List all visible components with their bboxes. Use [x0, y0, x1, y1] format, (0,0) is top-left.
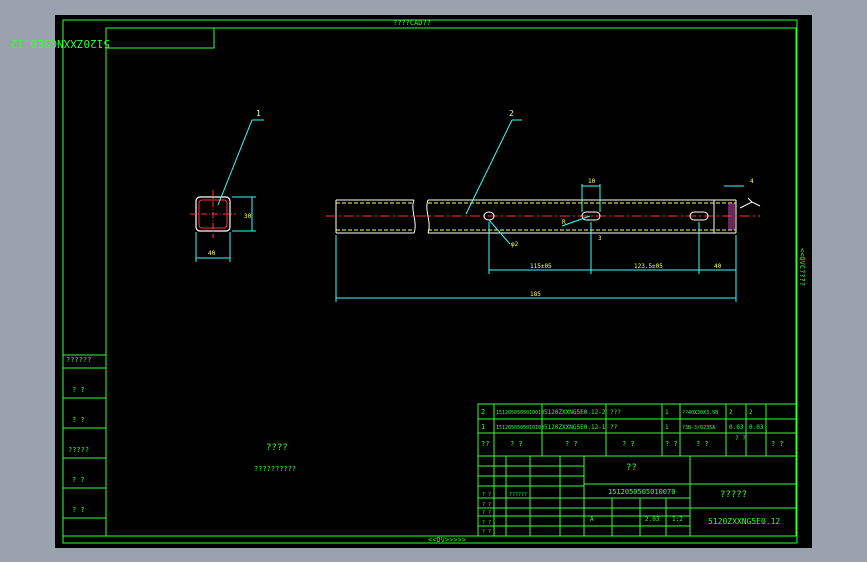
title-code: 1512050505010070	[608, 488, 675, 496]
bom-header: ? ?	[565, 440, 578, 448]
notes-title: ????	[266, 443, 288, 453]
bom-cell: 1512050505010100	[496, 425, 544, 431]
sidebar-cell: ? ?	[72, 506, 85, 514]
bom-cell: 2	[729, 409, 733, 416]
title-misc: ? ?	[482, 510, 491, 516]
dim-total: 185	[530, 291, 541, 298]
title-weight: 2.03	[645, 516, 660, 523]
sidebar-cell: ??????	[66, 356, 91, 364]
bom-cell: 2	[481, 408, 485, 416]
title-drawing-no: 5120ZXXNG5E0.12	[708, 517, 780, 526]
dim-seg2: 123.5±05	[634, 263, 663, 270]
bom-header: ? ?	[510, 440, 523, 448]
balloon-1: 1	[256, 109, 261, 118]
dim-seg1: 115±05	[530, 263, 552, 270]
balloon-2: 2	[509, 109, 514, 118]
bom-header: ? ?	[771, 440, 784, 448]
bom-cell: ??	[610, 424, 618, 431]
bom-header: ??	[481, 440, 489, 448]
dim-seg3: 40	[714, 263, 722, 270]
bom-cell: ???	[610, 409, 621, 416]
title-company: ?????	[720, 490, 747, 500]
drawing-number-stamp: 5120ZXXNG5E0.12	[11, 37, 110, 50]
title-scale: 1:2	[672, 516, 683, 523]
bom-header: ? ?	[735, 435, 746, 442]
sidebar-cell: ?????	[68, 446, 89, 454]
right-border-label: <<QVC????	[798, 248, 806, 286]
bom-cell: 1	[665, 424, 669, 431]
dim-vert-small: 3	[598, 235, 602, 242]
bom-cell: 2	[749, 409, 753, 416]
bom-cell: 0.03	[749, 424, 764, 431]
title-misc: ??????	[509, 492, 527, 498]
title-misc: ? ?	[482, 529, 491, 535]
bom-cell: ??40X30X3.5B	[682, 410, 718, 416]
top-border-label: ????CAD??	[393, 19, 431, 27]
bom-cell: 0.03	[729, 424, 744, 431]
bom-cell: 5120ZXXNG5E0.12-2	[544, 409, 606, 416]
dim-slot-top: 10	[588, 178, 596, 185]
title-misc: ? ?	[482, 520, 491, 526]
title-misc: ? ?	[482, 492, 491, 498]
bom-header: ? ?	[696, 440, 709, 448]
title-misc: ? ?	[482, 502, 491, 508]
title-scale-flag: A	[590, 516, 594, 523]
notes-text: ??????????	[254, 465, 296, 473]
bom-cell: ?3B-3/Q235A	[682, 425, 715, 431]
bom-cell: 1	[665, 409, 669, 416]
dim-radius-mid: R	[562, 219, 566, 226]
title-name: ??	[626, 463, 637, 473]
sidebar-cell: ? ?	[72, 476, 85, 484]
dim-tube-height: 30	[244, 213, 252, 220]
bom-header: ? ?	[622, 440, 635, 448]
bom-header: ? ?	[665, 440, 678, 448]
sidebar-cell: ? ?	[72, 416, 85, 424]
dim-top-right: 4	[750, 178, 754, 185]
bottom-border-label: <<OV>>>>>	[428, 536, 466, 544]
bom-cell: 1	[481, 423, 485, 431]
bom-cell: 1512050505010010	[496, 410, 544, 416]
dim-tube-width: 40	[208, 250, 216, 257]
bom-cell: 5120ZXXNG5E0.12-1	[544, 424, 606, 431]
cad-drawing-canvas[interactable]: ????CAD?? <<OV>>>>> <<QVC???? 5120ZXXNG5…	[0, 0, 867, 562]
drawing-background	[55, 15, 812, 548]
sidebar-cell: ? ?	[72, 386, 85, 394]
dim-radius-left: φ2	[511, 241, 519, 248]
